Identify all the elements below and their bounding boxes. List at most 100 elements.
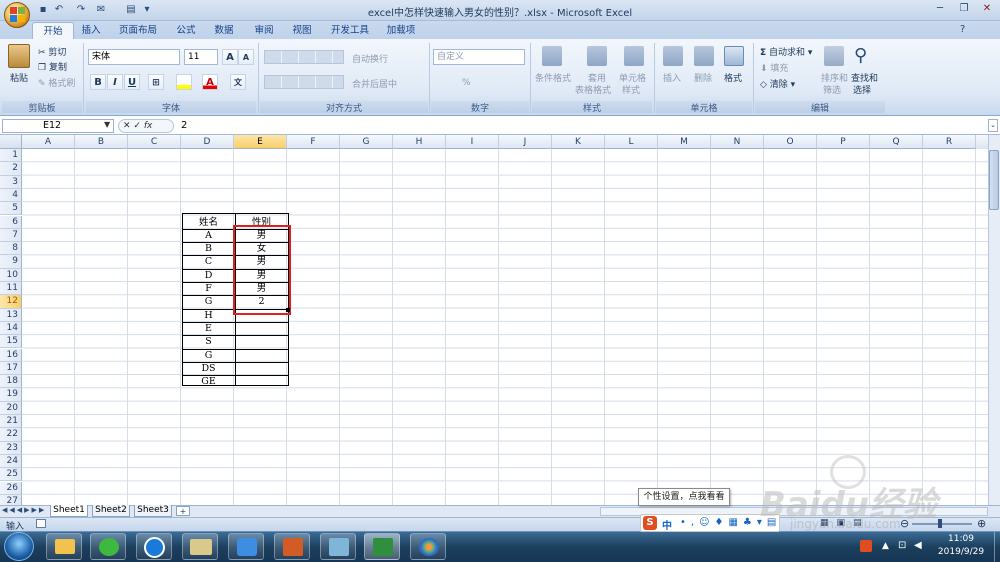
function-icon[interactable]: fx <box>144 121 153 131</box>
column-header[interactable]: C <box>128 135 181 149</box>
phonetic-icon[interactable]: 文 <box>230 74 246 90</box>
select-all-button[interactable] <box>0 135 22 149</box>
cell-styles-icon[interactable] <box>624 46 644 66</box>
office-button[interactable] <box>4 2 30 28</box>
tab-insert[interactable]: 插入 <box>76 22 106 39</box>
name-cell[interactable]: S <box>182 335 235 348</box>
tray-volume-icon[interactable]: ◀ <box>914 540 922 551</box>
name-cell[interactable]: F <box>182 282 235 295</box>
row-header[interactable]: 17 <box>0 361 22 376</box>
taskbar-app-icon[interactable] <box>320 533 356 560</box>
fill-button[interactable]: ⬇ 填充 <box>760 61 788 74</box>
font-size-select[interactable]: 11 <box>184 49 218 65</box>
vertical-scroll-thumb[interactable] <box>989 150 999 210</box>
find-select-icon[interactable]: ⚲ <box>854 46 867 66</box>
format-cells-icon[interactable] <box>724 46 744 66</box>
ime-lang-toggle[interactable]: 中 <box>662 517 672 532</box>
clear-button[interactable]: ◇ 清除 ▾ <box>760 77 795 90</box>
format-table-icon[interactable] <box>587 46 607 66</box>
autosum-button[interactable]: Σ 自动求和 ▾ <box>760 45 812 58</box>
row-header[interactable]: 3 <box>0 175 22 189</box>
row-header[interactable]: 5 <box>0 202 22 216</box>
row-header[interactable]: 9 <box>0 255 22 269</box>
name-cell[interactable]: DS <box>182 362 235 375</box>
macro-record-icon[interactable] <box>36 519 46 528</box>
taskbar-folder-icon[interactable] <box>46 533 82 560</box>
sogou-logo-icon[interactable]: S <box>643 516 657 530</box>
fill-handle[interactable] <box>286 308 290 312</box>
row-header[interactable]: 18 <box>0 375 22 389</box>
name-cell[interactable]: B <box>182 242 235 255</box>
column-header[interactable]: A <box>22 135 75 149</box>
row-header[interactable]: 24 <box>0 454 22 469</box>
enter-icon[interactable]: ✓ <box>133 121 141 131</box>
minimize-button[interactable]: ─ <box>928 1 952 17</box>
tray-network-icon[interactable]: ⊡ <box>898 540 906 551</box>
row-header[interactable]: 21 <box>0 415 22 429</box>
row-header[interactable]: 16 <box>0 348 22 362</box>
row-header[interactable]: 14 <box>0 321 22 336</box>
gender-cell[interactable] <box>235 362 288 375</box>
column-header[interactable]: J <box>499 135 552 149</box>
underline-button[interactable]: U <box>124 74 140 90</box>
format-cells-button[interactable]: 格式 <box>724 71 742 84</box>
cell-styles-line2[interactable]: 样式 <box>622 83 640 96</box>
row-header[interactable]: 12 <box>0 295 22 309</box>
row-header[interactable]: 10 <box>0 268 22 282</box>
fill-color-icon[interactable] <box>176 74 192 90</box>
name-cell[interactable]: C <box>182 255 235 268</box>
row-header[interactable]: 1 <box>0 149 22 163</box>
column-header[interactable]: N <box>711 135 764 149</box>
column-header[interactable]: K <box>552 135 605 149</box>
number-format-select[interactable]: 自定义 <box>433 49 525 65</box>
name-cell[interactable]: D <box>182 269 235 282</box>
gender-cell[interactable] <box>235 335 288 348</box>
taskbar-powerpoint-icon[interactable] <box>274 533 310 560</box>
start-button[interactable] <box>4 532 34 561</box>
tab-developer[interactable]: 开发工具 <box>326 22 374 39</box>
sort-filter-line2[interactable]: 筛选 <box>823 83 841 96</box>
row-header[interactable]: 25 <box>0 468 22 482</box>
format-table-line2[interactable]: 表格格式 <box>575 83 611 96</box>
column-header[interactable]: D <box>181 135 234 149</box>
row-header[interactable]: 2 <box>0 162 22 176</box>
formula-input[interactable]: 2 <box>181 120 187 131</box>
name-box[interactable]: E12 <box>2 119 114 133</box>
conditional-format-icon[interactable] <box>542 46 562 66</box>
row-header[interactable]: 13 <box>0 308 22 322</box>
column-header[interactable]: M <box>658 135 711 149</box>
insert-cells-icon[interactable] <box>663 46 683 66</box>
percent-style-button[interactable]: % <box>462 78 471 88</box>
tray-expand-icon[interactable]: ▲ <box>882 541 889 551</box>
row-header[interactable]: 8 <box>0 242 22 256</box>
taskbar-excel-icon[interactable] <box>364 533 400 560</box>
sheet-tab-3[interactable]: Sheet3 <box>134 505 172 517</box>
tab-home[interactable]: 开始 <box>32 22 74 39</box>
quick-access-icon[interactable]: ✉ <box>94 3 108 17</box>
tab-data[interactable]: 数据 <box>208 22 240 39</box>
name-cell[interactable]: GE <box>182 375 235 388</box>
horizontal-align-icon[interactable] <box>264 75 344 89</box>
border-icon[interactable]: ⊞ <box>148 74 164 90</box>
gender-cell[interactable] <box>235 349 288 362</box>
tab-formulas[interactable]: 公式 <box>170 22 202 39</box>
tab-review[interactable]: 审阅 <box>248 22 280 39</box>
row-header[interactable]: 22 <box>0 428 22 442</box>
worksheet-grid[interactable] <box>22 149 988 505</box>
row-header[interactable]: 15 <box>0 335 22 349</box>
name-cell[interactable]: H <box>182 309 235 322</box>
vertical-align-icon[interactable] <box>264 50 344 64</box>
italic-button[interactable]: I <box>107 74 123 90</box>
taskbar-explorer-icon[interactable] <box>182 533 218 560</box>
conditional-format-button[interactable]: 条件格式 <box>535 71 571 84</box>
undo-icon[interactable]: ↶ <box>52 3 66 17</box>
copy-button[interactable]: ❐ 复制 <box>38 60 67 73</box>
restore-button[interactable]: ❐ <box>952 1 976 17</box>
customize-qat-icon[interactable]: ▾ <box>140 3 154 17</box>
row-header[interactable]: 19 <box>0 388 22 402</box>
sheet-nav-icons[interactable]: ◀◀◀▶▶▶ <box>2 506 46 514</box>
taskbar-sogou-icon[interactable] <box>136 533 172 560</box>
clock-date[interactable]: 2019/9/29 <box>930 547 992 557</box>
insert-sheet-icon[interactable]: + <box>176 506 190 516</box>
font-name-select[interactable]: 宋体 <box>88 49 180 65</box>
